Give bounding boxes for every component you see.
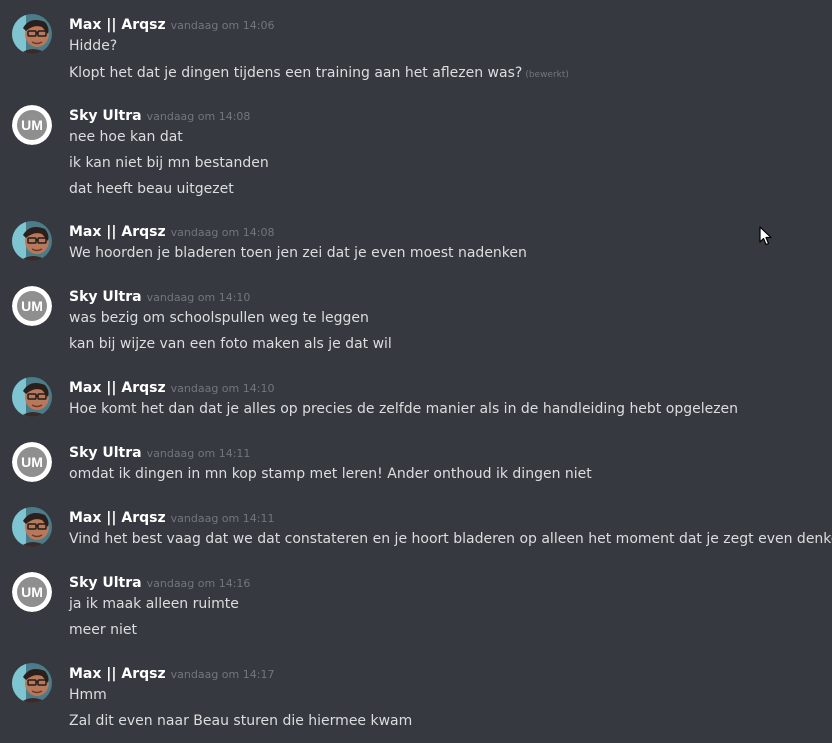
username[interactable]: Max || Arqsz [69, 380, 166, 396]
username[interactable]: Sky Ultra [69, 108, 142, 124]
message-line: Zal dit even naar Beau sturen die hierme… [69, 711, 412, 731]
username[interactable]: Sky Ultra [69, 575, 142, 591]
message-text: ja ik maak alleen ruimte [69, 596, 239, 612]
message-text: We hoorden je bladeren toen jen zei dat … [69, 245, 527, 261]
timestamp: vandaag om 14:16 [146, 577, 251, 590]
message-line: kan bij wijze van een foto maken als je … [69, 334, 392, 354]
edited-label: (bewerkt) [525, 70, 569, 80]
avatar[interactable] [12, 663, 52, 703]
message-line: ik kan niet bij mn bestanden [69, 153, 269, 173]
timestamp: vandaag om 14:10 [146, 291, 251, 304]
message-header: Sky Ultra vandaag om 14:08 [69, 105, 250, 125]
message-line: Hidde? [69, 36, 117, 56]
message-line: Vind het best vaag dat we dat constatere… [69, 529, 832, 549]
message-line: meer niet [69, 620, 137, 640]
message-line: was bezig om schoolspullen weg te leggen [69, 308, 369, 328]
timestamp: vandaag om 14:10 [170, 382, 275, 395]
timestamp: vandaag om 14:11 [170, 512, 275, 525]
message-text: nee hoe kan dat [69, 129, 183, 145]
svg-text:UM: UM [21, 298, 43, 314]
message-text: Vind het best vaag dat we dat constatere… [69, 531, 832, 547]
message-text: Zal dit even naar Beau sturen die hierme… [69, 713, 413, 729]
avatar[interactable] [12, 507, 52, 547]
message-header: Max || Arqsz vandaag om 14:11 [69, 507, 274, 527]
message-header: Max || Arqsz vandaag om 14:06 [69, 14, 274, 34]
message-line: ja ik maak alleen ruimte [69, 594, 239, 614]
username[interactable]: Sky Ultra [69, 445, 142, 461]
message-header: Sky Ultra vandaag om 14:10 [69, 286, 250, 306]
avatar[interactable]: UM [12, 442, 52, 482]
avatar[interactable] [12, 377, 52, 417]
message-text: omdat ik dingen in mn kop stamp met lere… [69, 466, 592, 482]
message-header: Max || Arqsz vandaag om 14:08 [69, 221, 274, 241]
message-text: Klopt het dat je dingen tijdens een trai… [69, 65, 523, 81]
message-text: dat heeft beau uitgezet [69, 181, 234, 197]
message-line: dat heeft beau uitgezet [69, 179, 234, 199]
mouse-cursor-icon [759, 226, 773, 250]
timestamp: vandaag om 14:11 [146, 447, 251, 460]
message-text: was bezig om schoolspullen weg te leggen [69, 310, 369, 326]
chat-messages: Max || Arqsz vandaag om 14:06 Hidde? Klopt … [0, 0, 832, 743]
message-header: Max || Arqsz vandaag om 14:17 [69, 663, 274, 683]
svg-text:UM: UM [21, 454, 43, 470]
username[interactable]: Sky Ultra [69, 289, 142, 305]
avatar[interactable]: UM [12, 286, 52, 326]
message-text: meer niet [69, 622, 137, 638]
message-text: Hmm [69, 687, 107, 703]
message-line: We hoorden je bladeren toen jen zei dat … [69, 243, 527, 263]
timestamp: vandaag om 14:17 [170, 668, 275, 681]
username[interactable]: Max || Arqsz [69, 510, 166, 526]
svg-text:UM: UM [21, 117, 43, 133]
message-header: Max || Arqsz vandaag om 14:10 [69, 377, 274, 397]
message-line: omdat ik dingen in mn kop stamp met lere… [69, 464, 592, 484]
message-text: Hidde? [69, 38, 118, 54]
message-text: ik kan niet bij mn bestanden [69, 155, 269, 171]
username[interactable]: Max || Arqsz [69, 17, 166, 33]
message-text: kan bij wijze van een foto maken als je … [69, 336, 392, 352]
message-line: nee hoe kan dat [69, 127, 183, 147]
avatar[interactable]: UM [12, 105, 52, 145]
timestamp: vandaag om 14:08 [146, 110, 251, 123]
avatar[interactable] [12, 221, 52, 261]
timestamp: vandaag om 14:06 [170, 19, 275, 32]
message-text: Hoe komt het dan dat je alles op precies… [69, 401, 739, 417]
message-header: Sky Ultra vandaag om 14:11 [69, 442, 250, 462]
avatar[interactable] [12, 14, 52, 54]
message-line: Hmm [69, 685, 107, 705]
username[interactable]: Max || Arqsz [69, 666, 166, 682]
message-header: Sky Ultra vandaag om 14:16 [69, 572, 250, 592]
avatar[interactable]: UM [12, 572, 52, 612]
timestamp: vandaag om 14:08 [170, 226, 275, 239]
username[interactable]: Max || Arqsz [69, 224, 166, 240]
svg-text:UM: UM [21, 584, 43, 600]
message-line: Hoe komt het dan dat je alles op precies… [69, 399, 738, 419]
message-line: Klopt het dat je dingen tijdens een trai… [69, 63, 569, 85]
